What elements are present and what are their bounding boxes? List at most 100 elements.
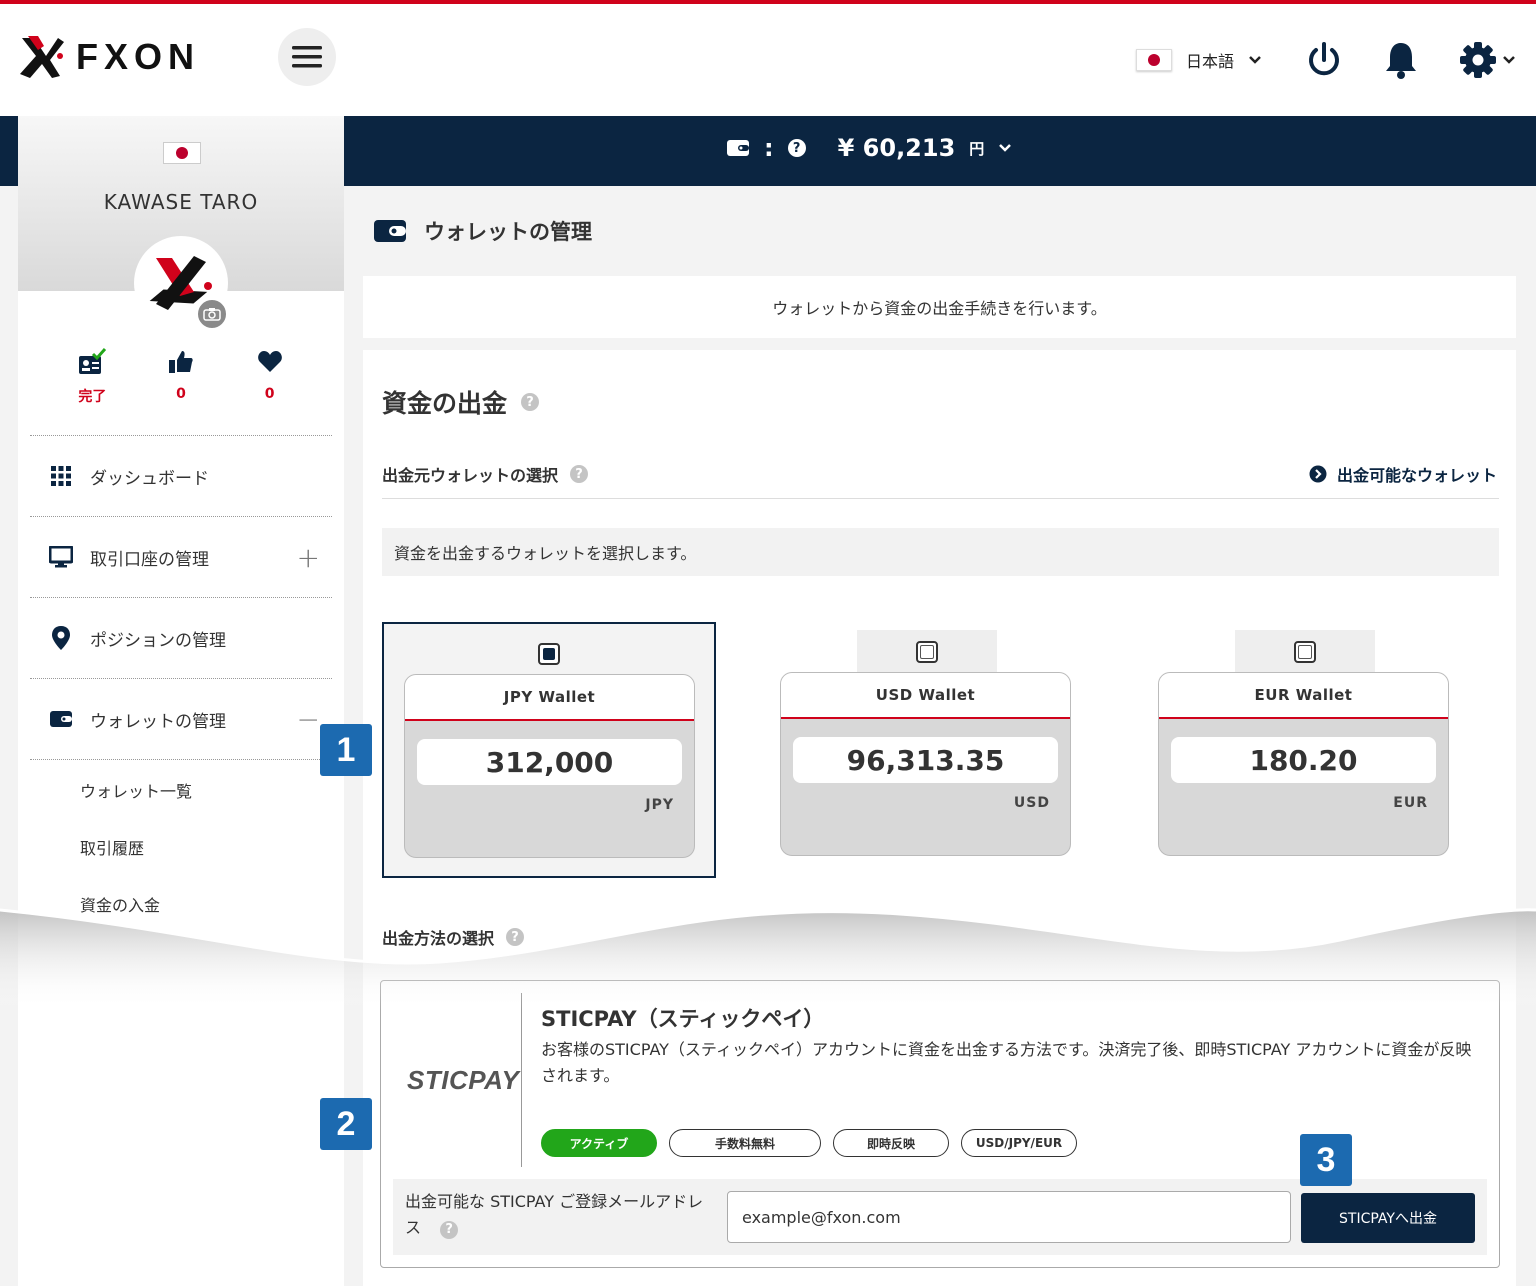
source-wallet-title-text: 出金元ウォレットの選択 (382, 466, 559, 485)
help-icon[interactable]: ? (521, 393, 540, 411)
sticpay-withdraw-button[interactable]: STICPAYへ出金 (1301, 1193, 1475, 1243)
fxon-mark-icon (20, 36, 64, 78)
thumbs-up-icon (168, 351, 193, 373)
bell-icon (1386, 43, 1416, 79)
balance-unit: 円 (969, 139, 985, 158)
sidebar-item-label: ポジションの管理 (90, 630, 226, 651)
callout-badge-3: 3 (1300, 1134, 1352, 1186)
submenu-item-transaction-history[interactable]: 取引履歴 (30, 833, 332, 890)
wallet-card: JPY Wallet 312,000 JPY (404, 674, 695, 858)
chevron-circle-right-icon (1309, 465, 1327, 483)
balance-separator: : (764, 134, 774, 162)
sidebar-item-positions[interactable]: ポジションの管理 (30, 597, 332, 678)
hamburger-icon (292, 46, 322, 68)
sidebar: KAWASE TARO 完了 0 0 ダッシュボード 取引口座の管理 + ポジシ… (18, 116, 344, 1286)
wallet-option-usd[interactable]: USD Wallet 96,313.35 USD (760, 622, 1094, 878)
menu-toggle-button[interactable] (278, 28, 336, 86)
wallet-name: EUR Wallet (1159, 673, 1448, 719)
favorites-count[interactable]: 0 (240, 346, 300, 406)
wallet-icon (50, 711, 72, 727)
japan-flag-icon (1136, 49, 1172, 71)
help-icon[interactable]: ? (570, 465, 589, 483)
method-tags: アクティブ 手数料無料 即時反映 USD/JPY/EUR (541, 1129, 1077, 1157)
wallet-currency: EUR (1393, 795, 1428, 811)
verification-label: 完了 (78, 389, 107, 405)
notifications-button[interactable] (1382, 40, 1420, 84)
language-selector[interactable]: 日本語 (1136, 48, 1262, 72)
change-photo-button[interactable] (196, 298, 228, 330)
page-title-text: ウォレットの管理 (424, 220, 592, 244)
japan-flag-icon (163, 142, 201, 164)
email-label: 出金可能な STICPAY ご登録メールアドレス ? (405, 1189, 705, 1241)
section-title: 資金の出金 ? (382, 384, 540, 420)
chevron-down-icon (999, 144, 1012, 152)
verification-status[interactable]: 完了 (62, 346, 122, 406)
sidebar-item-wallet[interactable]: ウォレットの管理 − (30, 678, 332, 759)
favorites-value: 0 (264, 386, 275, 402)
help-icon[interactable]: ? (787, 139, 806, 157)
email-input[interactable] (727, 1191, 1291, 1243)
wallet-amount: 180.20 (1171, 737, 1436, 783)
wallet-checkbox[interactable] (916, 641, 938, 663)
power-icon (1309, 42, 1339, 76)
wallet-amount: 96,313.35 (793, 737, 1058, 783)
sidebar-item-dashboard[interactable]: ダッシュボード (30, 435, 332, 516)
wallet-icon (727, 140, 749, 156)
source-wallet-title: 出金元ウォレットの選択 ? (382, 462, 589, 486)
method-name: STICPAY（スティックペイ） (541, 1007, 825, 1031)
wallet-card: EUR Wallet 180.20 EUR (1158, 672, 1449, 856)
sticpay-logo: STICPAY (407, 1065, 520, 1095)
logo-text: FXON (76, 36, 201, 77)
fxon-logo[interactable]: FXON (16, 34, 200, 80)
chevron-down-icon (1503, 56, 1515, 64)
help-icon[interactable]: ? (506, 928, 525, 946)
wallet-name: JPY Wallet (405, 675, 694, 721)
sidebar-item-label: ダッシュボード (90, 468, 209, 489)
wallet-icon (374, 220, 406, 242)
wallet-currency: JPY (645, 797, 674, 813)
wallet-checkbox[interactable] (538, 643, 560, 665)
divider (382, 498, 1499, 499)
chevron-down-icon (1249, 56, 1261, 64)
submenu-item-wallet-list[interactable]: ウォレット一覧 (30, 776, 332, 833)
main-content: ウォレットの管理 ウォレットから資金の出金手続きを行います。 資金の出金 ? 出… (344, 186, 1536, 1286)
tag-instant: 即時反映 (833, 1129, 949, 1157)
sticpay-method: STICPAY STICPAY（スティックペイ） お客様のSTICPAY（スティ… (380, 980, 1500, 1268)
email-row: 出金可能な STICPAY ご登録メールアドレス ? STICPAYへ出金 (393, 1179, 1487, 1255)
likes-count[interactable]: 0 (151, 346, 211, 406)
language-label: 日本語 (1186, 52, 1235, 71)
logout-button[interactable] (1304, 40, 1344, 84)
collapse-icon[interactable]: − (297, 703, 320, 736)
map-pin-icon (52, 626, 70, 650)
sidebar-item-label: 取引口座の管理 (90, 549, 209, 570)
likes-value: 0 (176, 386, 186, 402)
wallet-name: USD Wallet (781, 673, 1070, 719)
id-card-check-icon (79, 348, 107, 374)
help-icon[interactable]: ? (440, 1221, 459, 1239)
camera-icon (203, 308, 221, 321)
wallet-option-eur[interactable]: EUR Wallet 180.20 EUR (1138, 622, 1472, 878)
available-wallets-link[interactable]: 出金可能なウォレット (1309, 462, 1497, 486)
wallet-checkbox[interactable] (1294, 641, 1316, 663)
wallet-checkbox-tab (479, 632, 619, 676)
method-title-text: 出金方法の選択 (382, 929, 495, 948)
callout-badge-1: 1 (320, 724, 372, 776)
callout-badge-2: 2 (320, 1098, 372, 1150)
monitor-icon (49, 546, 73, 568)
available-wallets-label: 出金可能なウォレット (1336, 466, 1497, 485)
wallet-option-jpy[interactable]: JPY Wallet 312,000 JPY (382, 622, 716, 878)
page-title: ウォレットの管理 (374, 216, 592, 246)
heart-icon (257, 351, 282, 372)
tag-currencies: USD/JPY/EUR (961, 1129, 1077, 1157)
wallet-card: USD Wallet 96,313.35 USD (780, 672, 1071, 856)
section-title-text: 資金の出金 (382, 389, 508, 418)
submenu-item-deposit[interactable]: 資金の入金 (30, 890, 332, 947)
gear-icon (1460, 42, 1496, 78)
method-description: お客様のSTICPAY（スティックペイ）アカウントに資金を出金する方法です。決済… (541, 1040, 1472, 1085)
profile-stats: 完了 0 0 (18, 346, 344, 406)
settings-button[interactable] (1458, 40, 1516, 80)
wallet-submenu: ウォレット一覧 取引履歴 資金の入金 (30, 759, 332, 947)
sidebar-item-trading-accounts[interactable]: 取引口座の管理 + (30, 516, 332, 597)
total-balance[interactable]: : ? ¥ 60,213 円 (726, 134, 1012, 162)
expand-icon[interactable]: + (297, 541, 320, 574)
